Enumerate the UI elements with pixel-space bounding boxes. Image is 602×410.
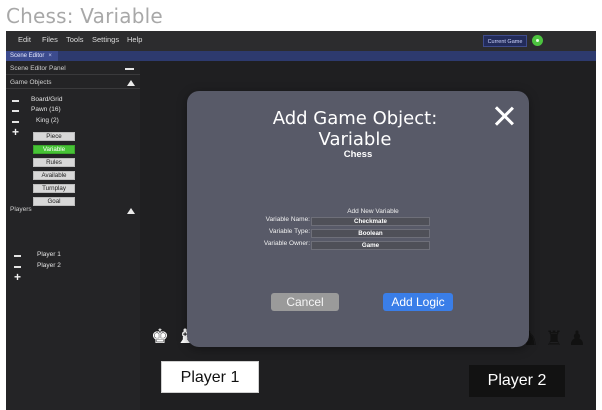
close-tab-icon[interactable]: × [48,53,52,59]
variable-name-label: Variable Name: [265,216,310,223]
players-label: Players [10,206,32,213]
add-logic-button[interactable]: Add Logic [383,293,453,311]
minus-icon[interactable] [14,255,21,257]
expand-triangle-icon[interactable] [127,80,135,86]
menu-help[interactable]: Help [127,35,142,44]
game-objects-header: Game Objects [6,77,140,89]
tree-item-label: Pawn (16) [31,106,61,113]
add-player-icon[interactable]: + [14,271,21,283]
minus-icon[interactable] [12,110,19,112]
available-button[interactable]: Available [33,171,75,180]
menu-files[interactable]: Files [42,35,58,44]
black-rook-icon[interactable]: ♜ [545,328,563,348]
status-indicator-icon[interactable] [532,35,543,46]
variable-name-field[interactable]: Checkmate [311,217,430,226]
tab-scene-editor[interactable]: Scene Editor × [6,51,58,61]
game-objects-label: Game Objects [10,79,52,86]
tree-item-label: Board/Grid [31,96,63,103]
player-label: Player 2 [37,262,61,269]
menu-bar: Edit Files Tools Settings Help Current G… [6,31,596,51]
add-variable-dialog: Add Game Object: Variable Chess Add New … [187,91,529,347]
variable-type-select[interactable]: Boolean [311,229,430,238]
expand-triangle-icon[interactable] [127,208,135,214]
players-header: Players [6,203,140,215]
cancel-button[interactable]: Cancel [271,293,339,311]
menu-edit[interactable]: Edit [18,35,31,44]
minus-icon[interactable] [12,100,19,102]
variable-button[interactable]: Variable [33,145,75,154]
menu-settings[interactable]: Settings [92,35,119,44]
panel-title: Scene Editor Panel [10,65,66,72]
player1-label: Player 1 [161,361,259,393]
minus-icon[interactable] [14,266,21,268]
tab-label: Scene Editor [10,53,45,59]
variable-type-label: Variable Type: [269,228,310,235]
current-game-button[interactable]: Current Game [483,35,527,47]
black-pawn-icon[interactable]: ♟ [568,328,586,348]
piece-button[interactable]: Piece [33,132,75,141]
variable-owner-select[interactable]: Game [311,241,430,250]
white-king-icon[interactable]: ♚ [151,326,169,346]
close-icon[interactable] [493,105,515,127]
page-title: Chess: Variable [6,4,163,28]
tree-item-label: King (2) [36,117,59,124]
variable-owner-label: Variable Owner: [263,240,310,247]
add-object-icon[interactable]: + [12,126,19,138]
player2-label: Player 2 [469,365,565,397]
scene-editor-panel: Scene Editor Panel Game Objects Board/Gr… [6,61,140,410]
menu-tools[interactable]: Tools [66,35,84,44]
panel-header: Scene Editor Panel [6,63,140,75]
dialog-title: Add Game Object: Variable [272,108,438,150]
turnplay-button[interactable]: Turnplay [33,184,75,193]
form-caption: Add New Variable [347,208,399,215]
minus-icon[interactable] [12,121,19,123]
tab-bar: Scene Editor × [6,51,596,61]
player-label: Player 1 [37,251,61,258]
rules-button[interactable]: Rules [33,158,75,167]
game-name: Chess [343,149,373,160]
collapse-panel-icon[interactable] [125,68,134,70]
